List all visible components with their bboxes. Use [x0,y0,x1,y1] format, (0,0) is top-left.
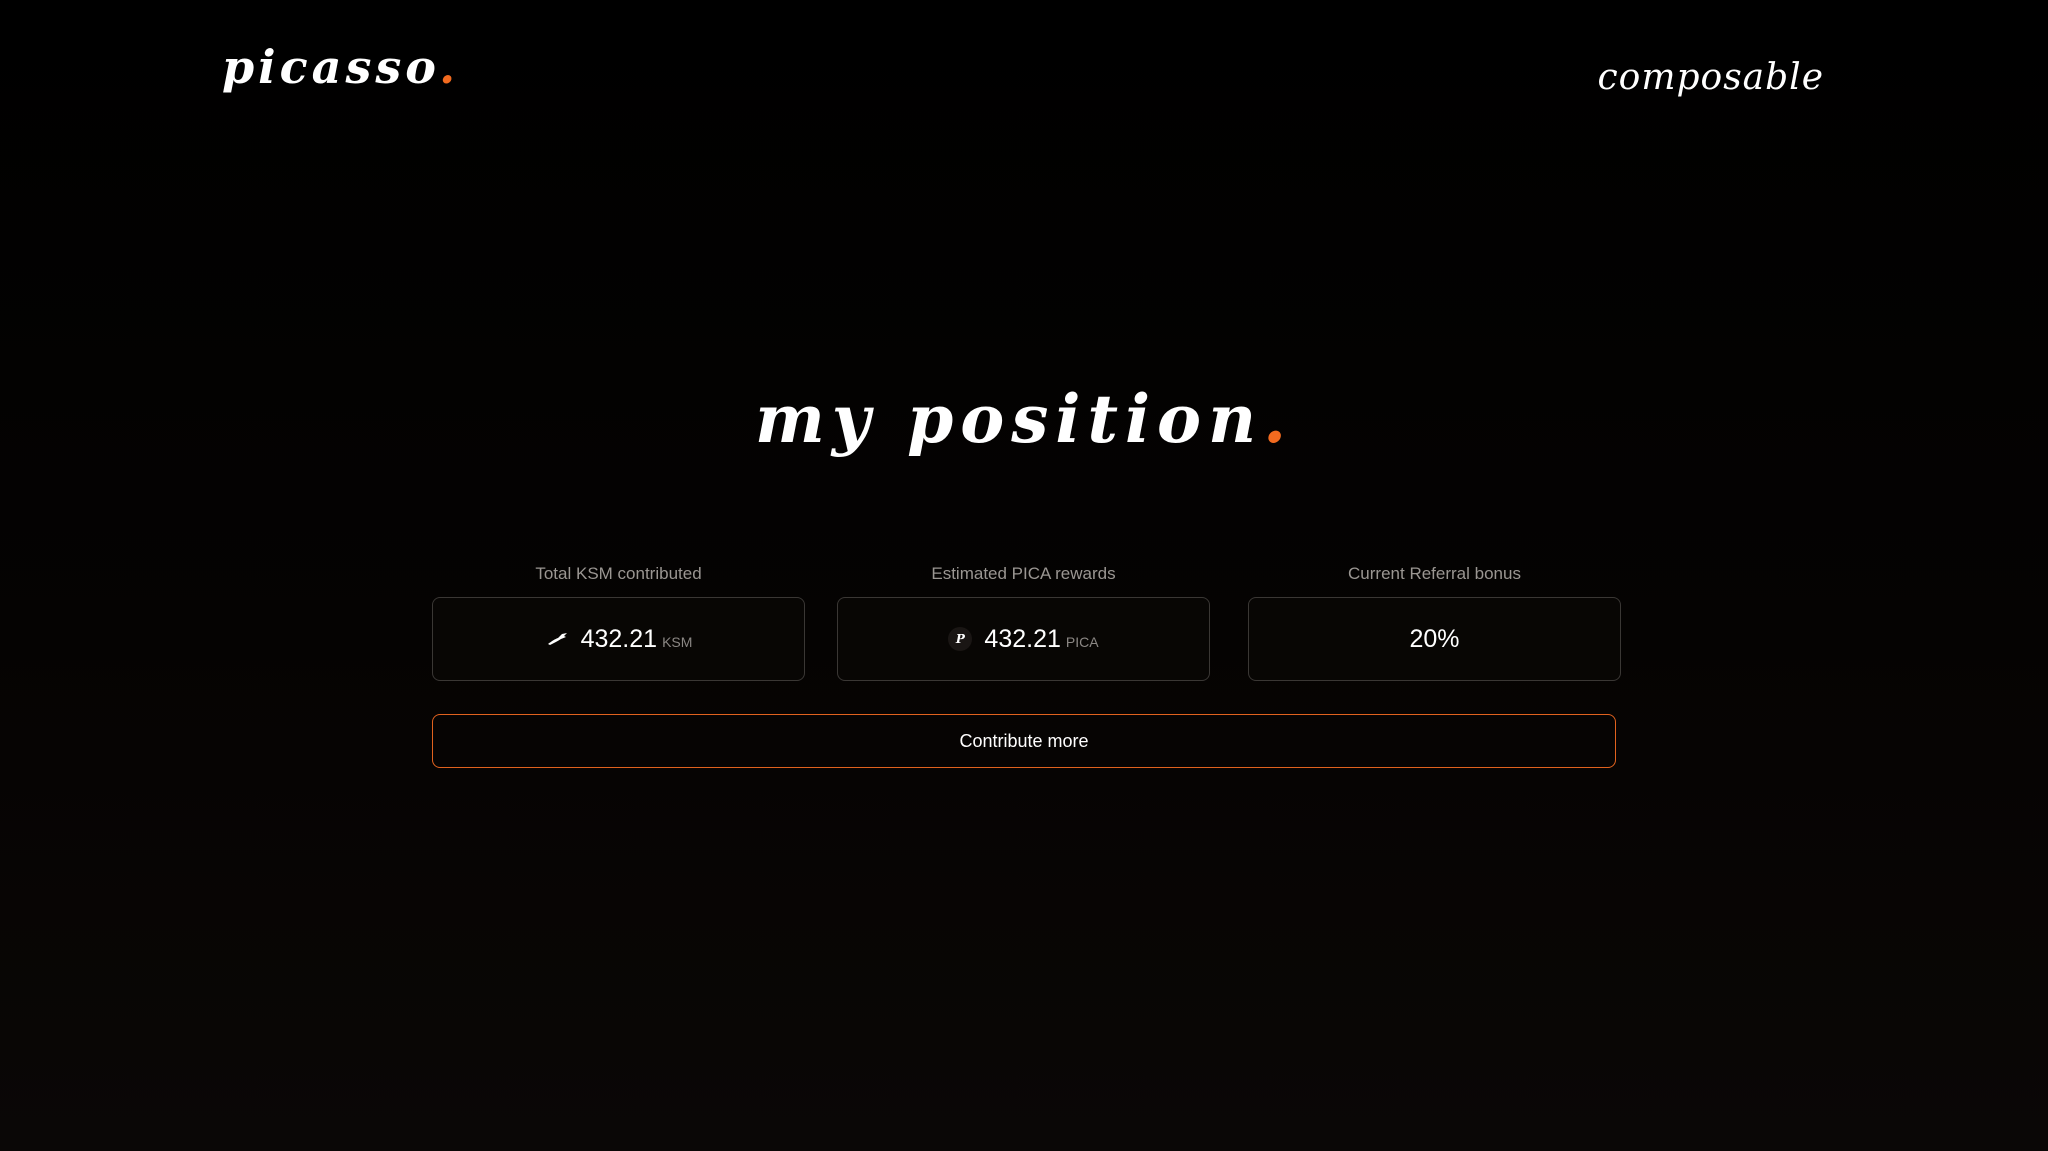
page-title-text: my position [754,380,1264,458]
stat-label: Total KSM contributed [535,564,702,583]
stat-label: Current Referral bonus [1348,564,1521,583]
stat-pica-rewards: Estimated PICA rewards P 432.21 PICA [837,563,1210,681]
kusama-bird-icon [545,627,569,651]
composable-logo[interactable]: composable [1598,60,1825,96]
page-title-dot: . [1263,380,1294,458]
contribute-more-button[interactable]: Contribute more [432,714,1616,768]
brand-dot: . [439,40,460,94]
stat-label: Estimated PICA rewards [931,564,1116,583]
stat-unit: KSM [662,634,693,650]
page-title: my position. [0,386,2048,452]
stat-referral-bonus: Current Referral bonus 20% [1248,563,1621,681]
stat-value: 432.21 [984,624,1061,653]
stat-card: 20% [1248,597,1621,681]
stat-ksm-contributed: Total KSM contributed 432.21 KSM [432,563,805,681]
stat-value: 20% [1409,624,1460,653]
stat-card: 432.21 KSM [432,597,805,681]
stat-value: 432.21 [580,624,658,653]
stat-card: P 432.21 PICA [837,597,1210,681]
position-stats: Total KSM contributed 432.21 KSM Estimat… [432,563,1622,683]
picasso-logo[interactable]: picasso. [222,44,459,90]
pica-token-icon: P [948,627,973,651]
stat-unit: PICA [1065,634,1099,650]
brand-text: picasso [222,40,440,94]
partner-text: composable [1597,57,1824,98]
